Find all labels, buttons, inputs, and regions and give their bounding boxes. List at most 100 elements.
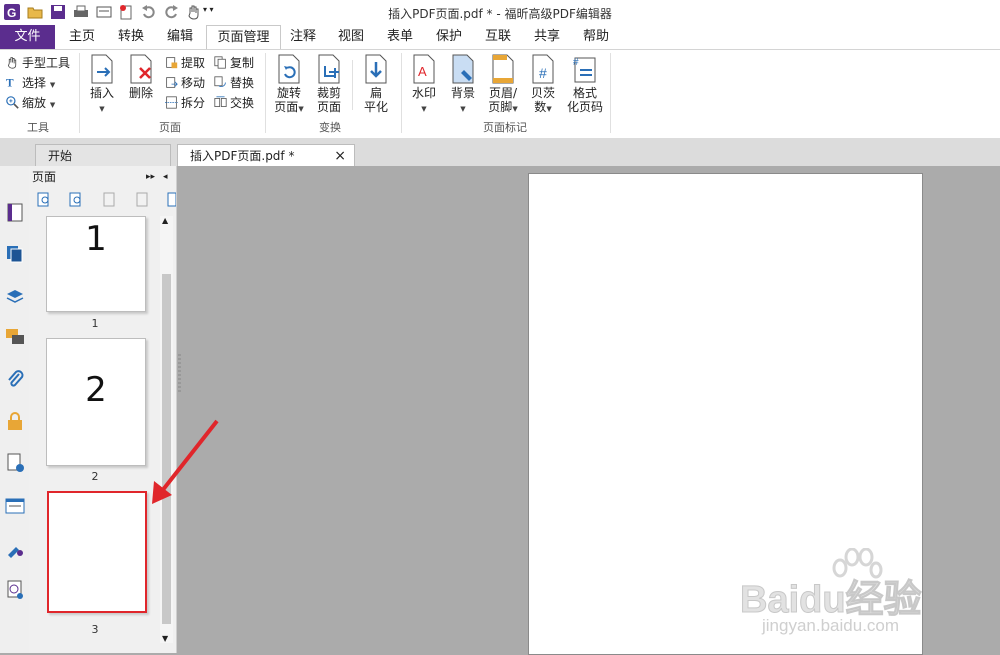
tab-share[interactable]: 共享	[527, 25, 567, 49]
format-page-number-icon: #	[573, 57, 596, 83]
tab-file[interactable]: 文件	[0, 25, 55, 49]
tab-start[interactable]: 开始	[35, 144, 171, 166]
thumbnail-label: 1	[91, 317, 99, 330]
tab-comment[interactable]: 注释	[283, 25, 323, 49]
background-button[interactable]: 背景 ▼	[444, 54, 482, 116]
watermark-label: 水印	[411, 86, 436, 100]
destinations-panel-icon[interactable]	[5, 538, 25, 558]
select-text-icon: T	[6, 78, 14, 89]
group-label-page-marks: 页面标记	[483, 121, 527, 134]
chevron-down-icon: ▼	[460, 105, 466, 113]
layers-panel-icon[interactable]	[5, 286, 25, 306]
insert-page-small-icon[interactable]	[102, 192, 117, 207]
flatten-button[interactable]: 扁平化	[357, 54, 395, 114]
svg-text:A: A	[418, 64, 427, 79]
page-thumbnail-2[interactable]: 2	[46, 338, 146, 466]
form-fields-panel-icon[interactable]	[5, 496, 25, 516]
tab-page-management[interactable]: 页面管理	[206, 25, 281, 51]
close-tab-icon[interactable]: ×	[334, 145, 346, 167]
tab-document-label: 插入PDF页面.pdf *	[190, 149, 295, 163]
flatten-label-2: 平化	[363, 100, 388, 114]
page-thumbnail-1[interactable]: 1	[46, 216, 146, 312]
svg-text:T: T	[6, 78, 14, 89]
tab-help[interactable]: 帮助	[576, 25, 616, 49]
move-button[interactable]: 移动	[165, 74, 205, 92]
insert-label: 插入	[89, 86, 114, 100]
collapse-panel-icon[interactable]: ◂	[163, 166, 168, 188]
document-tab-strip: 开始 插入PDF页面.pdf * ×	[0, 138, 1000, 166]
replace-button[interactable]: 替换	[214, 74, 254, 92]
swap-button[interactable]: 交换	[214, 94, 254, 112]
background-icon	[452, 54, 474, 84]
hand-tool-button[interactable]: 手型工具	[6, 54, 70, 72]
header-footer-icon	[492, 54, 514, 84]
panel-header: 页面 ▸▸ ◂	[29, 166, 176, 188]
panel-splitter[interactable]	[178, 354, 181, 394]
select-button[interactable]: T 选择 ▼	[6, 74, 55, 92]
delete-page-button[interactable]: 删除	[121, 54, 161, 100]
header-footer-button[interactable]: 页眉/页脚▼	[484, 54, 522, 116]
zoom-icon	[6, 96, 19, 109]
shrink-thumbnail-icon[interactable]	[69, 192, 84, 207]
extract-label: 提取	[181, 56, 206, 70]
crop-page-button[interactable]: 裁剪 页面	[310, 54, 348, 114]
tab-form[interactable]: 表单	[380, 25, 420, 49]
ribbon: 手型工具 T 选择 ▼ 缩放 ▼ 工具 插入 ▼ 删除 提取 移动 拆分 复制 替换…	[0, 49, 1000, 139]
signature-panel-icon[interactable]	[5, 453, 25, 473]
bookmark-panel-icon[interactable]	[5, 202, 25, 222]
extract-page-small-icon[interactable]	[135, 192, 150, 207]
tab-home[interactable]: 主页	[62, 25, 102, 49]
navigation-sidebar	[0, 166, 30, 653]
content-panel-icon[interactable]	[5, 580, 25, 600]
extract-icon	[166, 57, 178, 69]
extract-button[interactable]: 提取	[165, 54, 205, 72]
group-divider	[401, 53, 402, 133]
bates-label-2: 数	[534, 100, 547, 114]
zoom-button[interactable]: 缩放 ▼	[6, 94, 55, 112]
scroll-up-icon[interactable]: ▲	[162, 216, 168, 225]
zoom-label: 缩放	[22, 96, 47, 110]
svg-text:#: #	[573, 57, 579, 68]
tab-connect[interactable]: 互联	[478, 25, 518, 49]
tab-document[interactable]: 插入PDF页面.pdf * ×	[177, 144, 355, 166]
attachments-panel-icon[interactable]	[5, 369, 25, 389]
bates-number-button[interactable]: # 贝茨 数▼	[524, 54, 562, 116]
annotation-arrow-icon	[152, 419, 219, 504]
chevron-down-icon: ▼	[99, 105, 105, 113]
chevron-down-icon: ▼	[49, 101, 56, 109]
replace-icon	[214, 76, 226, 87]
copy-button[interactable]: 复制	[214, 54, 254, 72]
comments-panel-icon[interactable]	[5, 327, 25, 347]
tab-edit[interactable]: 编辑	[160, 25, 200, 49]
watermark-button[interactable]: A 水印 ▼	[405, 54, 443, 116]
flatten-icon	[365, 54, 387, 84]
bates-label-1: 贝茨	[530, 86, 555, 100]
split-button[interactable]: 拆分	[165, 94, 205, 112]
tab-start-label: 开始	[48, 149, 73, 163]
rotate-page-button[interactable]: 旋转 页面▼	[270, 54, 308, 116]
move-label: 移动	[181, 76, 206, 90]
tab-convert[interactable]: 转换	[111, 25, 151, 49]
group-divider	[352, 60, 353, 110]
enlarge-thumbnail-icon[interactable]	[37, 192, 52, 207]
crop-label-2: 页面	[316, 100, 341, 114]
scroll-down-icon[interactable]: ▼	[162, 634, 168, 643]
tab-protect[interactable]: 保护	[429, 25, 469, 49]
delete-label: 删除	[128, 86, 153, 100]
background-label: 背景	[450, 86, 475, 100]
swap-label: 交换	[230, 96, 255, 110]
thumbnail-label: 2	[91, 470, 99, 483]
more-tools-icon[interactable]	[166, 192, 176, 207]
expand-panel-icon[interactable]: ▸▸	[146, 166, 155, 188]
insert-page-button[interactable]: 插入 ▼	[82, 54, 122, 116]
panel-toolbar	[29, 188, 176, 212]
page-thumbnail-3-selected[interactable]	[47, 491, 147, 613]
tab-view[interactable]: 视图	[331, 25, 371, 49]
pages-panel-icon[interactable]	[5, 244, 25, 264]
select-label: 选择	[22, 76, 47, 90]
format-label-1: 格式	[572, 86, 597, 100]
chevron-down-icon: ▼	[512, 105, 518, 113]
security-panel-icon[interactable]	[5, 411, 25, 431]
format-page-number-button[interactable]: # 格式 化页码	[564, 54, 606, 114]
thumbnail-page-number: 2	[85, 370, 107, 410]
